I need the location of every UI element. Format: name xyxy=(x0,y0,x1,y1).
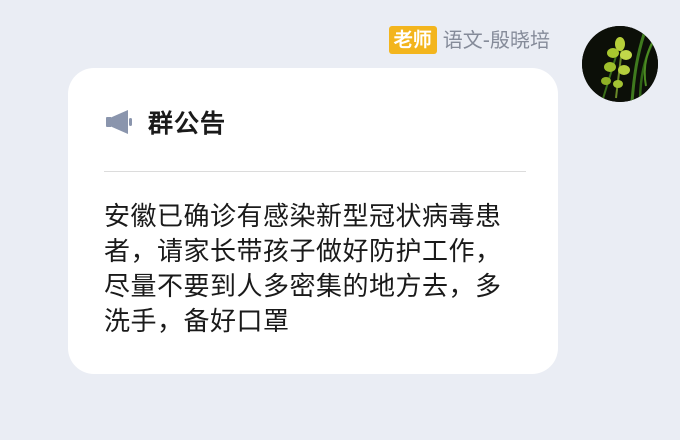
avatar-image xyxy=(582,26,658,102)
sender-name[interactable]: 语文-殷晓培 xyxy=(443,26,550,54)
notice-title: 群公告 xyxy=(148,109,227,138)
notice-header: 群公告 xyxy=(104,104,226,140)
notice-body: 安徽已确诊有感染新型冠状病毒患者，请家长带孩子做好防护工作，尽量不要到人多密集的… xyxy=(104,202,502,337)
megaphone-icon xyxy=(106,110,132,134)
avatar[interactable] xyxy=(582,26,658,102)
divider xyxy=(104,171,526,172)
group-notice-card[interactable]: 群公告 安徽已确诊有感染新型冠状病毒患者，请家长带孩子做好防护工作，尽量不要到人… xyxy=(68,68,558,374)
sender-info: 老师 语文-殷晓培 xyxy=(388,26,550,54)
role-badge: 老师 xyxy=(388,26,437,54)
